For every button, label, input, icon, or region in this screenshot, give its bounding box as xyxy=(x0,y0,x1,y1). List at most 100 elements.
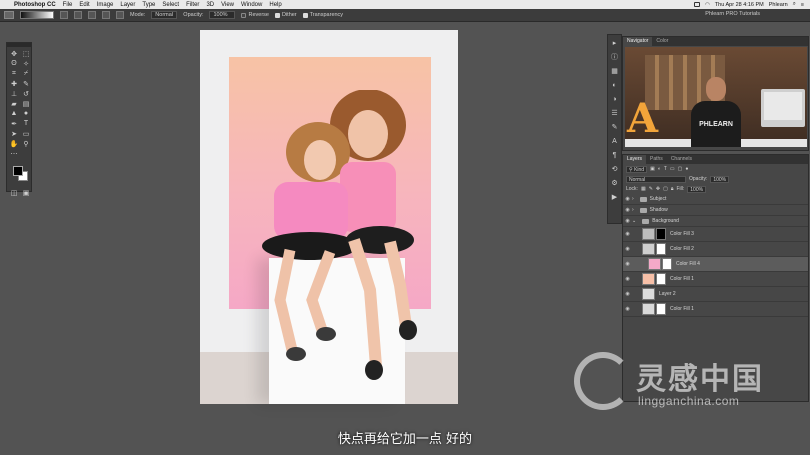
eye-icon[interactable]: ◉ xyxy=(623,276,632,282)
brush-panel-icon[interactable]: ✎ xyxy=(608,121,621,133)
adjustments-icon[interactable]: ◑ xyxy=(608,93,621,105)
dither-checkbox[interactable]: Dither xyxy=(274,12,297,18)
menu-image[interactable]: Image xyxy=(97,2,114,8)
path-select-icon[interactable]: ➤ xyxy=(8,129,20,138)
shape-filter-icon[interactable]: ▭ xyxy=(670,166,675,172)
opacity-field[interactable]: 100% xyxy=(209,11,236,19)
quick-mask-icon[interactable]: ◫ xyxy=(8,188,20,197)
tab-channels[interactable]: Channels xyxy=(667,155,696,164)
menu-window[interactable]: Window xyxy=(241,2,262,8)
fill-field[interactable]: 100% xyxy=(687,185,707,193)
eye-icon[interactable]: ◉ xyxy=(623,207,632,213)
eye-icon[interactable]: ◉ xyxy=(623,246,632,252)
styles-icon[interactable]: ◐ xyxy=(608,79,621,91)
history-icon[interactable]: ⟲ xyxy=(608,163,621,175)
menu-type[interactable]: Type xyxy=(142,2,155,8)
reflected-gradient-button[interactable] xyxy=(102,11,110,19)
wifi-icon[interactable]: ◠ xyxy=(705,2,710,8)
eye-icon[interactable]: ◉ xyxy=(623,231,632,237)
lock-artboard-icon[interactable]: ▢ xyxy=(663,186,668,192)
blur-tool-icon[interactable]: ▲ xyxy=(8,109,20,118)
magic-wand-icon[interactable]: ✧ xyxy=(20,59,32,68)
radial-gradient-button[interactable] xyxy=(74,11,82,19)
layer-row-color-fill-1[interactable]: ◉ Color Fill 1 xyxy=(623,272,808,287)
gradient-tool-icon[interactable]: ▤ xyxy=(20,99,32,108)
hand-tool-icon[interactable]: ✋ xyxy=(8,139,20,148)
gradient-picker[interactable] xyxy=(20,11,54,19)
eye-icon[interactable]: ◉ xyxy=(623,196,632,202)
diamond-gradient-button[interactable] xyxy=(116,11,124,19)
move-tool-icon[interactable]: ✥ xyxy=(8,49,20,58)
chevron-right-icon[interactable]: › xyxy=(632,207,634,213)
menu-edit[interactable]: Edit xyxy=(79,2,89,8)
reverse-checkbox[interactable]: Reverse xyxy=(241,12,269,18)
list-icon[interactable]: ≡ xyxy=(801,2,804,8)
lock-position-icon[interactable]: ✥ xyxy=(656,186,660,192)
mode-select[interactable]: Normal xyxy=(151,11,178,19)
lock-pixels-icon[interactable]: ▦ xyxy=(641,186,646,192)
play-icon[interactable]: ▸ xyxy=(608,37,621,49)
marquee-tool-icon[interactable]: ⬚ xyxy=(20,49,32,58)
filter-toggle-icon[interactable]: ● xyxy=(685,166,688,172)
timeline-icon[interactable]: ▶ xyxy=(608,191,621,203)
lock-all-icon[interactable]: 🔒︎ xyxy=(671,186,674,192)
healing-brush-icon[interactable]: ✚ xyxy=(8,79,20,88)
crop-tool-icon[interactable]: ⌗ xyxy=(8,69,20,78)
eye-icon[interactable]: ◉ xyxy=(623,306,632,312)
smart-filter-icon[interactable]: ▢ xyxy=(678,166,683,172)
brush-tool-icon[interactable]: ✎ xyxy=(20,79,32,88)
blend-mode-select[interactable]: Normal xyxy=(626,175,686,183)
lock-paint-icon[interactable]: ✎ xyxy=(649,186,653,192)
menu-layer[interactable]: Layer xyxy=(120,2,135,8)
type-tool-icon[interactable]: T xyxy=(20,119,32,128)
history-brush-icon[interactable]: ↺ xyxy=(20,89,32,98)
menu-file[interactable]: File xyxy=(63,2,73,8)
eraser-tool-icon[interactable]: ▰ xyxy=(8,99,20,108)
linear-gradient-button[interactable] xyxy=(60,11,68,19)
menu-help[interactable]: Help xyxy=(269,2,281,8)
eyedropper-icon[interactable]: ⌿ xyxy=(20,69,32,78)
layer-row-color-fill-3[interactable]: ◉ Color Fill 3 xyxy=(623,227,808,242)
menu-3d[interactable]: 3D xyxy=(206,2,214,8)
layer-row-subject[interactable]: ◉ › Subject xyxy=(623,194,808,205)
layer-row-color-fill-2[interactable]: ◉ Color Fill 2 xyxy=(623,242,808,257)
kind-filter-select[interactable]: ⚲ Kind xyxy=(626,165,648,173)
dodge-tool-icon[interactable]: ● xyxy=(20,109,32,118)
eye-icon[interactable]: ◉ xyxy=(623,261,632,267)
lasso-tool-icon[interactable]: ʘ xyxy=(8,59,20,68)
menu-filter[interactable]: Filter xyxy=(186,2,199,8)
eye-icon[interactable]: ◉ xyxy=(623,218,632,224)
info-icon[interactable]: ⓘ xyxy=(608,51,621,63)
layer-row-layer-2[interactable]: ◉ Layer 2 xyxy=(623,287,808,302)
tab-color[interactable]: Color xyxy=(652,37,672,46)
layer-row-background[interactable]: ◉ ⌄ Background xyxy=(623,216,808,227)
menu-view[interactable]: View xyxy=(221,2,234,8)
layer-row-color-fill-4[interactable]: ◉ Color Fill 4 xyxy=(623,257,808,272)
clone-stamp-icon[interactable]: ⊥ xyxy=(8,89,20,98)
battery-icon[interactable] xyxy=(693,2,700,7)
more-tools-icon[interactable]: ⋯ xyxy=(8,149,20,158)
opacity-field[interactable]: 100% xyxy=(710,175,730,183)
pixel-filter-icon[interactable]: ▣ xyxy=(650,166,655,172)
tab-paths[interactable]: Paths xyxy=(646,155,667,164)
pen-tool-icon[interactable]: ✒ xyxy=(8,119,20,128)
type-filter-icon[interactable]: T xyxy=(664,166,667,172)
screen-mode-icon[interactable]: ▣ xyxy=(20,188,32,197)
transparency-checkbox[interactable]: Transparency xyxy=(302,12,343,18)
shape-tool-icon[interactable]: ▭ xyxy=(20,129,32,138)
layer-row-shadow[interactable]: ◉ › Shadow xyxy=(623,205,808,216)
menu-app-name[interactable]: Photoshop CC xyxy=(14,2,56,8)
zoom-tool-icon[interactable]: ⚲ xyxy=(20,139,32,148)
menu-select[interactable]: Select xyxy=(162,2,179,8)
angle-gradient-button[interactable] xyxy=(88,11,96,19)
adjust-filter-icon[interactable]: ◐ xyxy=(658,166,661,172)
tab-navigator[interactable]: Navigator xyxy=(623,37,653,46)
gradient-tool-icon[interactable] xyxy=(4,11,14,19)
character-icon[interactable]: A xyxy=(608,135,621,147)
layer-row-color-fill-1-base[interactable]: ◉ Color Fill 1 xyxy=(623,302,808,317)
tab-layers[interactable]: Layers xyxy=(623,155,647,164)
actions-icon[interactable]: ⚙ xyxy=(608,177,621,189)
properties-icon[interactable]: ☰ xyxy=(608,107,621,119)
chevron-right-icon[interactable]: › xyxy=(632,196,634,202)
search-icon[interactable]: ⌕ xyxy=(793,1,796,8)
